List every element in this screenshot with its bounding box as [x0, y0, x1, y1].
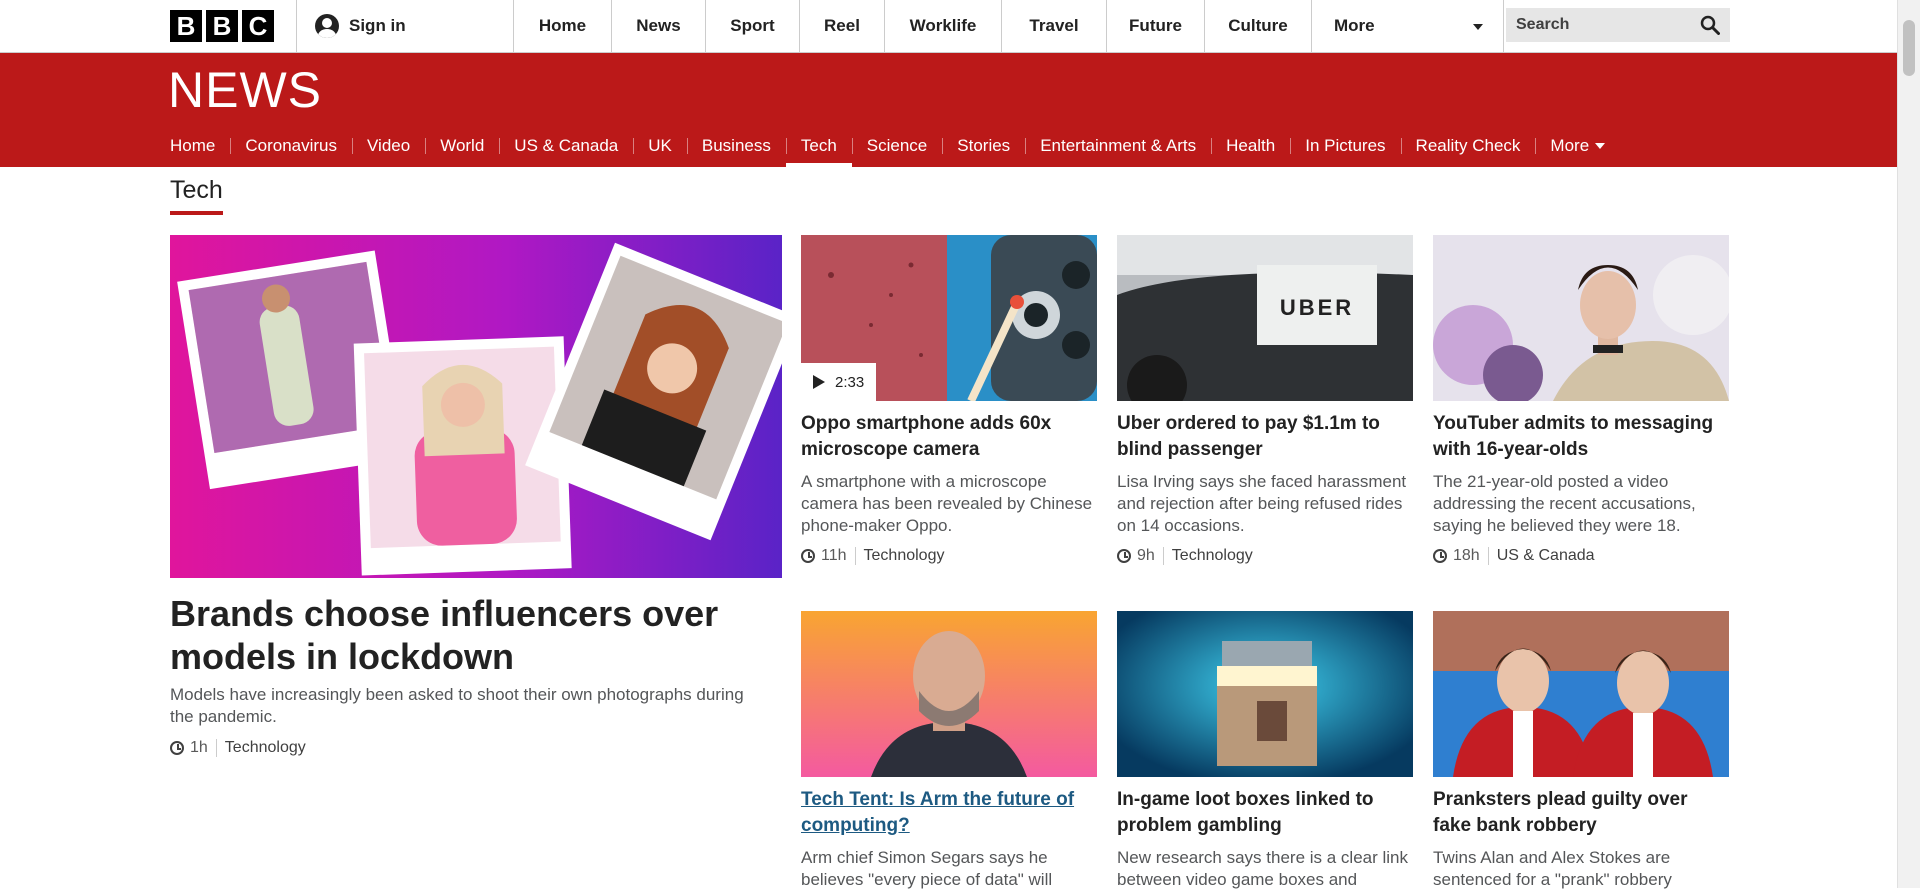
news-nav-uk[interactable]: UK	[633, 125, 687, 167]
news-nav-reality-check[interactable]: Reality Check	[1400, 125, 1536, 167]
news-nav-in-pictures[interactable]: In Pictures	[1290, 125, 1400, 167]
top-nav: Home News Sport Reel Worklife Travel Fut…	[514, 0, 1504, 52]
news-nav-tech[interactable]: Tech	[785, 125, 852, 167]
news-nav-business[interactable]: Business	[686, 125, 786, 167]
story-image[interactable]	[1433, 235, 1729, 401]
story-image[interactable]	[801, 611, 1097, 777]
story-card: In-game loot boxes linked to problem gam…	[1117, 611, 1413, 891]
story-summary: A smartphone with a microscope camera ha…	[801, 472, 1093, 535]
story-meta: 9h Technology	[1117, 547, 1413, 565]
story-category-link[interactable]: Technology	[225, 739, 306, 757]
story-image[interactable]	[1433, 611, 1729, 777]
news-header: NEWS Home Coronavirus Video World US & C…	[0, 53, 1898, 167]
story-card: 2:33 Oppo smartphone adds 60x microscope…	[801, 235, 1097, 565]
page-scrollbar[interactable]	[1897, 0, 1920, 888]
news-nav-more[interactable]: More	[1535, 125, 1620, 167]
top-nav-culture[interactable]: Culture	[1205, 0, 1312, 52]
story-title[interactable]: Uber ordered to pay $1.1m to blind passe…	[1117, 411, 1413, 463]
video-badge[interactable]: 2:33	[801, 363, 876, 401]
story-time: 11h	[821, 547, 856, 565]
story-summary: Twins Alan and Alex Stokes are sentenced…	[1433, 848, 1672, 889]
search-box	[1506, 8, 1730, 42]
story-card: UBER Uber ordered to pay $1.1m to blind …	[1117, 235, 1413, 565]
clock-icon	[1117, 549, 1131, 563]
top-nav-sport[interactable]: Sport	[706, 0, 800, 52]
story-title[interactable]: In-game loot boxes linked to problem gam…	[1117, 787, 1413, 839]
top-nav-news[interactable]: News	[612, 0, 706, 52]
story-category-link[interactable]: Technology	[1172, 547, 1253, 565]
lead-story-summary: Models have increasingly been asked to s…	[170, 685, 744, 726]
news-nav-home[interactable]: Home	[170, 125, 230, 167]
story-summary: Lisa Irving says she faced harassment an…	[1117, 472, 1407, 535]
play-icon	[813, 375, 825, 389]
news-nav-video[interactable]: Video	[352, 125, 425, 167]
bbc-logo-letter: B	[206, 10, 238, 42]
story-image[interactable]: 2:33	[801, 235, 1097, 401]
clock-icon	[1433, 549, 1447, 563]
news-logo[interactable]: NEWS	[168, 61, 322, 119]
top-nav-travel[interactable]: Travel	[1002, 0, 1107, 52]
sign-in-button[interactable]: Sign in	[296, 0, 514, 52]
section-title: Tech	[170, 176, 223, 215]
story-category-link[interactable]: Technology	[864, 547, 945, 565]
story-time: 18h	[1453, 547, 1489, 565]
lead-story-image[interactable]	[170, 235, 782, 578]
news-nav-health[interactable]: Health	[1211, 125, 1290, 167]
top-nav-home[interactable]: Home	[514, 0, 612, 52]
story-summary: The 21-year-old posted a video addressin…	[1433, 472, 1696, 535]
story-image[interactable]: UBER	[1117, 235, 1413, 401]
story-meta: 18h US & Canada	[1433, 547, 1729, 565]
story-time: 1h	[190, 739, 217, 757]
story-summary: New research says there is a clear link …	[1117, 848, 1409, 889]
lead-story-title[interactable]: Brands choose influencers over models in…	[170, 592, 790, 678]
story-title[interactable]: YouTuber admits to messaging with 16-yea…	[1433, 411, 1729, 463]
user-icon	[315, 14, 339, 38]
bbc-logo-letter: C	[242, 10, 274, 42]
story-time: 9h	[1137, 547, 1164, 565]
story-title[interactable]: Tech Tent: Is Arm the future of computin…	[801, 787, 1097, 839]
top-nav-more-label: More	[1334, 16, 1375, 35]
top-nav-worklife[interactable]: Worklife	[885, 0, 1002, 52]
uber-sign-text: UBER	[1280, 295, 1354, 320]
sign-in-label: Sign in	[349, 16, 406, 35]
news-nav-us-canada[interactable]: US & Canada	[499, 125, 633, 167]
bbc-top-bar: B B C Sign in Home News Sport Reel Workl…	[0, 0, 1898, 53]
clock-icon	[170, 741, 184, 755]
scrollbar-thumb[interactable]	[1903, 20, 1915, 76]
story-title[interactable]: Pranksters plead guilty over fake bank r…	[1433, 787, 1729, 839]
story-card: YouTuber admits to messaging with 16-yea…	[1433, 235, 1729, 565]
clock-icon	[801, 549, 815, 563]
news-nav-science[interactable]: Science	[851, 125, 942, 167]
search-input[interactable]	[1514, 15, 1698, 35]
news-nav: Home Coronavirus Video World US & Canada…	[170, 125, 1620, 167]
video-duration: 2:33	[835, 373, 865, 391]
top-nav-reel[interactable]: Reel	[800, 0, 885, 52]
news-nav-more-label: More	[1550, 136, 1590, 155]
search-icon[interactable]	[1700, 15, 1720, 35]
news-nav-coronavirus[interactable]: Coronavirus	[230, 125, 352, 167]
top-nav-more[interactable]: More	[1312, 0, 1504, 52]
lead-story-meta: 1h Technology	[170, 739, 306, 757]
story-card: Tech Tent: Is Arm the future of computin…	[801, 611, 1097, 891]
story-card: Pranksters plead guilty over fake bank r…	[1433, 611, 1729, 891]
news-nav-world[interactable]: World	[425, 125, 499, 167]
news-nav-entertainment-arts[interactable]: Entertainment & Arts	[1025, 125, 1211, 167]
story-summary: Arm chief Simon Segars says he believes …	[801, 848, 1053, 889]
bbc-logo-letter: B	[170, 10, 202, 42]
story-category-link[interactable]: US & Canada	[1497, 547, 1595, 565]
bbc-logo[interactable]: B B C	[170, 10, 274, 42]
top-nav-future[interactable]: Future	[1107, 0, 1205, 52]
story-image[interactable]	[1117, 611, 1413, 777]
chevron-down-icon	[1595, 143, 1606, 149]
story-meta: 11h Technology	[801, 547, 1097, 565]
chevron-down-icon	[1473, 24, 1483, 30]
story-title[interactable]: Oppo smartphone adds 60x microscope came…	[801, 411, 1097, 463]
news-nav-stories[interactable]: Stories	[942, 125, 1025, 167]
